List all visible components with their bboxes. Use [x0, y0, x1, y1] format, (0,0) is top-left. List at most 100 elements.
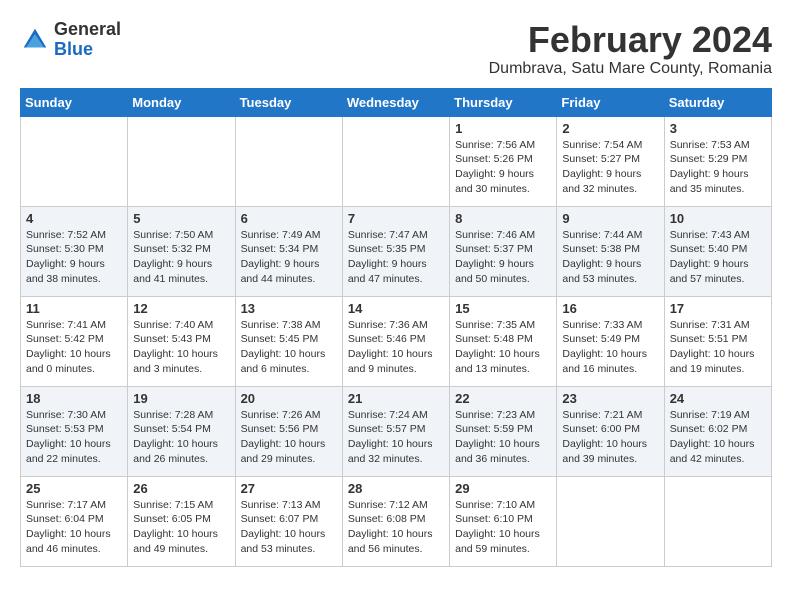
week-row-1: 1 Sunrise: 7:56 AM Sunset: 5:26 PM Daylig…: [21, 116, 772, 206]
day-number: 13: [241, 301, 337, 316]
calendar-cell: 16 Sunrise: 7:33 AM Sunset: 5:49 PM Dayli…: [557, 296, 664, 386]
day-info: Sunrise: 7:53 AM Sunset: 5:29 PM Dayligh…: [670, 138, 766, 197]
day-number: 15: [455, 301, 551, 316]
day-info: Sunrise: 7:41 AM Sunset: 5:42 PM Dayligh…: [26, 318, 122, 377]
calendar-cell: 1 Sunrise: 7:56 AM Sunset: 5:26 PM Daylig…: [450, 116, 557, 206]
calendar-cell: 20Sunrise: 7:26 AM Sunset: 5:56 PM Dayli…: [235, 386, 342, 476]
calendar-cell: 12Sunrise: 7:40 AM Sunset: 5:43 PM Dayli…: [128, 296, 235, 386]
calendar-cell: [557, 476, 664, 566]
weekday-header-saturday: Saturday: [664, 88, 771, 116]
calendar-cell: 4 Sunrise: 7:52 AM Sunset: 5:30 PM Daylig…: [21, 206, 128, 296]
day-info: Sunrise: 7:36 AM Sunset: 5:46 PM Dayligh…: [348, 318, 444, 377]
calendar-cell: 9 Sunrise: 7:44 AM Sunset: 5:38 PM Daylig…: [557, 206, 664, 296]
weekday-header-row: SundayMondayTuesdayWednesdayThursdayFrid…: [21, 88, 772, 116]
calendar-cell: 7 Sunrise: 7:47 AM Sunset: 5:35 PM Daylig…: [342, 206, 449, 296]
calendar-cell: 21 Sunrise: 7:24 AM Sunset: 5:57 PM Dayli…: [342, 386, 449, 476]
calendar-cell: 2 Sunrise: 7:54 AM Sunset: 5:27 PM Daylig…: [557, 116, 664, 206]
calendar-cell: 26 Sunrise: 7:15 AM Sunset: 6:05 PM Dayli…: [128, 476, 235, 566]
day-info: Sunrise: 7:26 AM Sunset: 5:56 PM Dayligh…: [241, 408, 337, 467]
week-row-4: 18Sunrise: 7:30 AM Sunset: 5:53 PM Dayli…: [21, 386, 772, 476]
day-number: 25: [26, 481, 122, 496]
week-row-3: 11 Sunrise: 7:41 AM Sunset: 5:42 PM Dayli…: [21, 296, 772, 386]
day-number: 11: [26, 301, 122, 316]
day-info: Sunrise: 7:21 AM Sunset: 6:00 PM Dayligh…: [562, 408, 658, 467]
day-info: Sunrise: 7:52 AM Sunset: 5:30 PM Dayligh…: [26, 228, 122, 287]
calendar-cell: 5 Sunrise: 7:50 AM Sunset: 5:32 PM Daylig…: [128, 206, 235, 296]
day-info: Sunrise: 7:54 AM Sunset: 5:27 PM Dayligh…: [562, 138, 658, 197]
day-info: Sunrise: 7:43 AM Sunset: 5:40 PM Dayligh…: [670, 228, 766, 287]
day-number: 16: [562, 301, 658, 316]
logo-icon: [20, 25, 50, 55]
logo-general: General: [54, 20, 121, 40]
day-info: Sunrise: 7:56 AM Sunset: 5:26 PM Dayligh…: [455, 138, 551, 197]
weekday-header-wednesday: Wednesday: [342, 88, 449, 116]
day-info: Sunrise: 7:17 AM Sunset: 6:04 PM Dayligh…: [26, 498, 122, 557]
day-number: 9: [562, 211, 658, 226]
day-number: 5: [133, 211, 229, 226]
day-info: Sunrise: 7:10 AM Sunset: 6:10 PM Dayligh…: [455, 498, 551, 557]
calendar-cell: 27Sunrise: 7:13 AM Sunset: 6:07 PM Dayli…: [235, 476, 342, 566]
day-info: Sunrise: 7:44 AM Sunset: 5:38 PM Dayligh…: [562, 228, 658, 287]
calendar-cell: 8 Sunrise: 7:46 AM Sunset: 5:37 PM Daylig…: [450, 206, 557, 296]
day-number: 26: [133, 481, 229, 496]
day-number: 12: [133, 301, 229, 316]
calendar-cell: [342, 116, 449, 206]
calendar-cell: 24Sunrise: 7:19 AM Sunset: 6:02 PM Dayli…: [664, 386, 771, 476]
calendar-cell: 6 Sunrise: 7:49 AM Sunset: 5:34 PM Daylig…: [235, 206, 342, 296]
day-info: Sunrise: 7:28 AM Sunset: 5:54 PM Dayligh…: [133, 408, 229, 467]
day-number: 10: [670, 211, 766, 226]
day-number: 29: [455, 481, 551, 496]
day-number: 23: [562, 391, 658, 406]
calendar-cell: 10 Sunrise: 7:43 AM Sunset: 5:40 PM Dayli…: [664, 206, 771, 296]
calendar-cell: 11 Sunrise: 7:41 AM Sunset: 5:42 PM Dayli…: [21, 296, 128, 386]
calendar-cell: [664, 476, 771, 566]
day-info: Sunrise: 7:15 AM Sunset: 6:05 PM Dayligh…: [133, 498, 229, 557]
location-title: Dumbrava, Satu Mare County, Romania: [489, 60, 772, 78]
calendar-table: SundayMondayTuesdayWednesdayThursdayFrid…: [20, 88, 772, 567]
calendar-cell: 28 Sunrise: 7:12 AM Sunset: 6:08 PM Dayli…: [342, 476, 449, 566]
day-info: Sunrise: 7:38 AM Sunset: 5:45 PM Dayligh…: [241, 318, 337, 377]
day-info: Sunrise: 7:50 AM Sunset: 5:32 PM Dayligh…: [133, 228, 229, 287]
day-number: 28: [348, 481, 444, 496]
day-info: Sunrise: 7:33 AM Sunset: 5:49 PM Dayligh…: [562, 318, 658, 377]
calendar-cell: 19Sunrise: 7:28 AM Sunset: 5:54 PM Dayli…: [128, 386, 235, 476]
logo-text: General Blue: [54, 20, 121, 60]
day-info: Sunrise: 7:19 AM Sunset: 6:02 PM Dayligh…: [670, 408, 766, 467]
week-row-5: 25 Sunrise: 7:17 AM Sunset: 6:04 PM Dayli…: [21, 476, 772, 566]
day-info: Sunrise: 7:49 AM Sunset: 5:34 PM Dayligh…: [241, 228, 337, 287]
day-info: Sunrise: 7:46 AM Sunset: 5:37 PM Dayligh…: [455, 228, 551, 287]
day-number: 2: [562, 121, 658, 136]
week-row-2: 4 Sunrise: 7:52 AM Sunset: 5:30 PM Daylig…: [21, 206, 772, 296]
calendar-cell: 15 Sunrise: 7:35 AM Sunset: 5:48 PM Dayli…: [450, 296, 557, 386]
calendar-cell: 18Sunrise: 7:30 AM Sunset: 5:53 PM Dayli…: [21, 386, 128, 476]
logo: General Blue: [20, 20, 121, 60]
day-info: Sunrise: 7:35 AM Sunset: 5:48 PM Dayligh…: [455, 318, 551, 377]
day-number: 7: [348, 211, 444, 226]
day-info: Sunrise: 7:24 AM Sunset: 5:57 PM Dayligh…: [348, 408, 444, 467]
calendar-cell: 13 Sunrise: 7:38 AM Sunset: 5:45 PM Dayli…: [235, 296, 342, 386]
calendar-cell: [128, 116, 235, 206]
weekday-header-monday: Monday: [128, 88, 235, 116]
day-info: Sunrise: 7:23 AM Sunset: 5:59 PM Dayligh…: [455, 408, 551, 467]
day-info: Sunrise: 7:31 AM Sunset: 5:51 PM Dayligh…: [670, 318, 766, 377]
calendar-cell: 14 Sunrise: 7:36 AM Sunset: 5:46 PM Dayli…: [342, 296, 449, 386]
day-info: Sunrise: 7:30 AM Sunset: 5:53 PM Dayligh…: [26, 408, 122, 467]
day-number: 14: [348, 301, 444, 316]
day-number: 4: [26, 211, 122, 226]
day-number: 6: [241, 211, 337, 226]
weekday-header-tuesday: Tuesday: [235, 88, 342, 116]
day-number: 21: [348, 391, 444, 406]
calendar-cell: 3Sunrise: 7:53 AM Sunset: 5:29 PM Daylig…: [664, 116, 771, 206]
calendar-cell: 22Sunrise: 7:23 AM Sunset: 5:59 PM Dayli…: [450, 386, 557, 476]
day-number: 1: [455, 121, 551, 136]
day-number: 17: [670, 301, 766, 316]
day-info: Sunrise: 7:47 AM Sunset: 5:35 PM Dayligh…: [348, 228, 444, 287]
day-info: Sunrise: 7:12 AM Sunset: 6:08 PM Dayligh…: [348, 498, 444, 557]
day-number: 8: [455, 211, 551, 226]
calendar-cell: [235, 116, 342, 206]
weekday-header-thursday: Thursday: [450, 88, 557, 116]
logo-blue: Blue: [54, 40, 121, 60]
day-info: Sunrise: 7:13 AM Sunset: 6:07 PM Dayligh…: [241, 498, 337, 557]
calendar-cell: 23 Sunrise: 7:21 AM Sunset: 6:00 PM Dayli…: [557, 386, 664, 476]
title-block: February 2024 Dumbrava, Satu Mare County…: [489, 20, 772, 78]
